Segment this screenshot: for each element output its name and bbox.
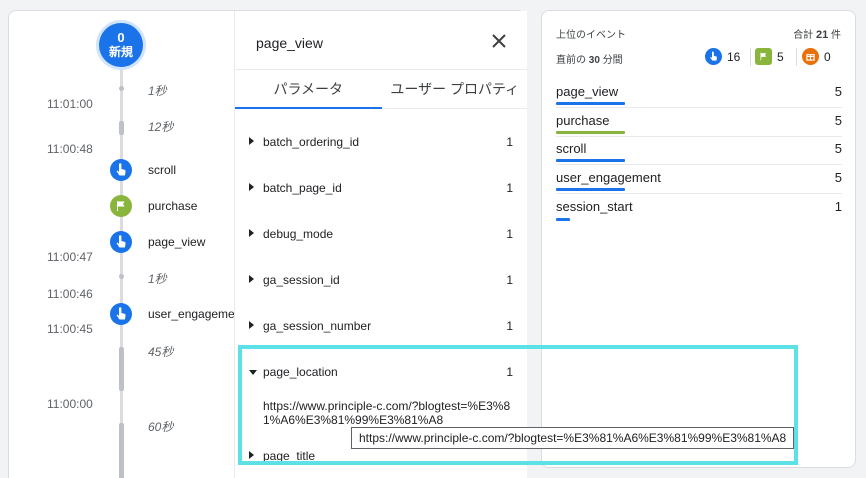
expand-icon [249, 229, 254, 237]
total-count: 合計 21 件 [793, 26, 841, 41]
top-event-row[interactable]: user_engagement 5 [556, 166, 842, 194]
url-tooltip: https://www.principle-c.com/?blogtest=%E… [351, 427, 795, 449]
touch-counter[interactable]: 16 [705, 48, 740, 65]
top-event-bar [556, 159, 625, 162]
recent-prefix: 直前の [556, 55, 586, 66]
touch-icon[interactable] [110, 159, 132, 181]
gift-icon [802, 48, 819, 65]
flag-counter[interactable]: 5 [755, 48, 784, 65]
top-event-value: 1 [834, 199, 842, 214]
timestamp: 11:01:00 [47, 97, 93, 111]
param-name: ga_session_id [263, 273, 340, 287]
recent-window: 直前の 30 分間 [556, 51, 623, 66]
expand-icon [249, 137, 254, 145]
tab-parameters[interactable]: パラメータ [235, 70, 382, 109]
touch-icon [705, 48, 722, 65]
divider [750, 48, 751, 66]
event-label-user-engagement[interactable]: user_engagement [148, 307, 245, 321]
gift-counter[interactable]: 0 [802, 48, 831, 65]
top-event-bar [556, 218, 570, 221]
param-row[interactable]: ga_session_id 1 [235, 269, 527, 293]
touch-count: 16 [727, 49, 741, 64]
timeline-segment [119, 423, 124, 478]
top-event-bar [556, 131, 625, 134]
details-tabs: パラメータ ユーザー プロパティ [235, 69, 527, 109]
top-event-row[interactable]: purchase 5 [556, 109, 842, 137]
top-event-row[interactable]: page_view 5 [556, 80, 842, 108]
details-title: page_view [256, 35, 323, 51]
param-name: batch_ordering_id [263, 135, 360, 149]
timestamp: 11:00:47 [47, 250, 93, 264]
param-name: ga_session_number [263, 319, 372, 333]
new-users-label: 新規 [108, 45, 133, 59]
param-name: batch_page_id [263, 181, 342, 195]
duration-label: 60秒 [148, 420, 174, 434]
top-event-row[interactable]: session_start 1 [556, 195, 842, 223]
timeline-dot [119, 86, 124, 91]
param-count: 1 [506, 319, 513, 333]
top-event-bar [556, 188, 625, 191]
duration-label: 12秒 [148, 120, 174, 134]
top-event-name: page_view [556, 84, 619, 99]
new-users-badge[interactable]: 0 新規 [99, 23, 143, 67]
top-events-title: 上位のイベント [556, 30, 626, 41]
duration-label: 45秒 [148, 345, 174, 359]
event-label-page-view[interactable]: page_view [148, 235, 205, 249]
timeline-segment [119, 347, 124, 391]
timeline-segment [119, 121, 124, 135]
flag-icon [755, 48, 772, 65]
param-row[interactable]: debug_mode 1 [235, 223, 527, 247]
top-event-bar [556, 102, 625, 105]
top-event-name: user_engagement [556, 170, 661, 185]
timestamp: 11:00:48 [47, 142, 93, 156]
recent-value: 30 [588, 55, 600, 66]
touch-icon[interactable] [110, 303, 132, 325]
new-users-count: 0 [117, 30, 125, 45]
timestamp: 11:00:45 [47, 322, 93, 336]
timeline-dot [119, 274, 124, 279]
top-event-name: session_start [556, 199, 633, 214]
top-event-value: 5 [834, 84, 842, 99]
flag-icon[interactable] [110, 195, 132, 217]
param-name: debug_mode [263, 227, 334, 241]
expand-icon [249, 183, 254, 191]
recent-suffix: 分間 [602, 55, 623, 66]
gift-count: 0 [824, 49, 831, 64]
param-count: 1 [506, 135, 513, 149]
top-event-value: 5 [834, 170, 842, 185]
top-event-row[interactable]: scroll 5 [556, 137, 842, 165]
top-event-value: 5 [834, 113, 842, 128]
timestamp: 11:00:00 [47, 397, 93, 411]
flag-count: 5 [777, 49, 784, 64]
touch-icon[interactable] [110, 231, 132, 253]
total-prefix: 合計 [793, 30, 814, 41]
event-label-purchase[interactable]: purchase [148, 199, 197, 213]
event-label-scroll[interactable]: scroll [148, 163, 176, 177]
expand-icon [249, 321, 254, 329]
top-event-name: scroll [556, 141, 587, 156]
duration-label: 1秒 [148, 272, 167, 286]
timestamp: 11:00:46 [47, 287, 93, 301]
tab-user-properties[interactable]: ユーザー プロパティ [382, 70, 528, 108]
top-event-value: 5 [834, 141, 842, 156]
divider [796, 48, 797, 66]
param-count: 1 [506, 227, 513, 241]
param-row[interactable]: ga_session_number 1 [235, 315, 527, 339]
duration-label: 1秒 [148, 84, 167, 98]
close-icon[interactable] [489, 31, 509, 51]
param-count: 1 [506, 181, 513, 195]
total-suffix: 件 [831, 30, 841, 41]
param-count: 1 [506, 273, 513, 287]
param-row[interactable]: batch_ordering_id 1 [235, 131, 527, 155]
expand-icon [249, 275, 254, 283]
param-row[interactable]: batch_page_id 1 [235, 177, 527, 201]
top-event-name: purchase [556, 113, 610, 128]
total-value: 21 [815, 29, 829, 41]
